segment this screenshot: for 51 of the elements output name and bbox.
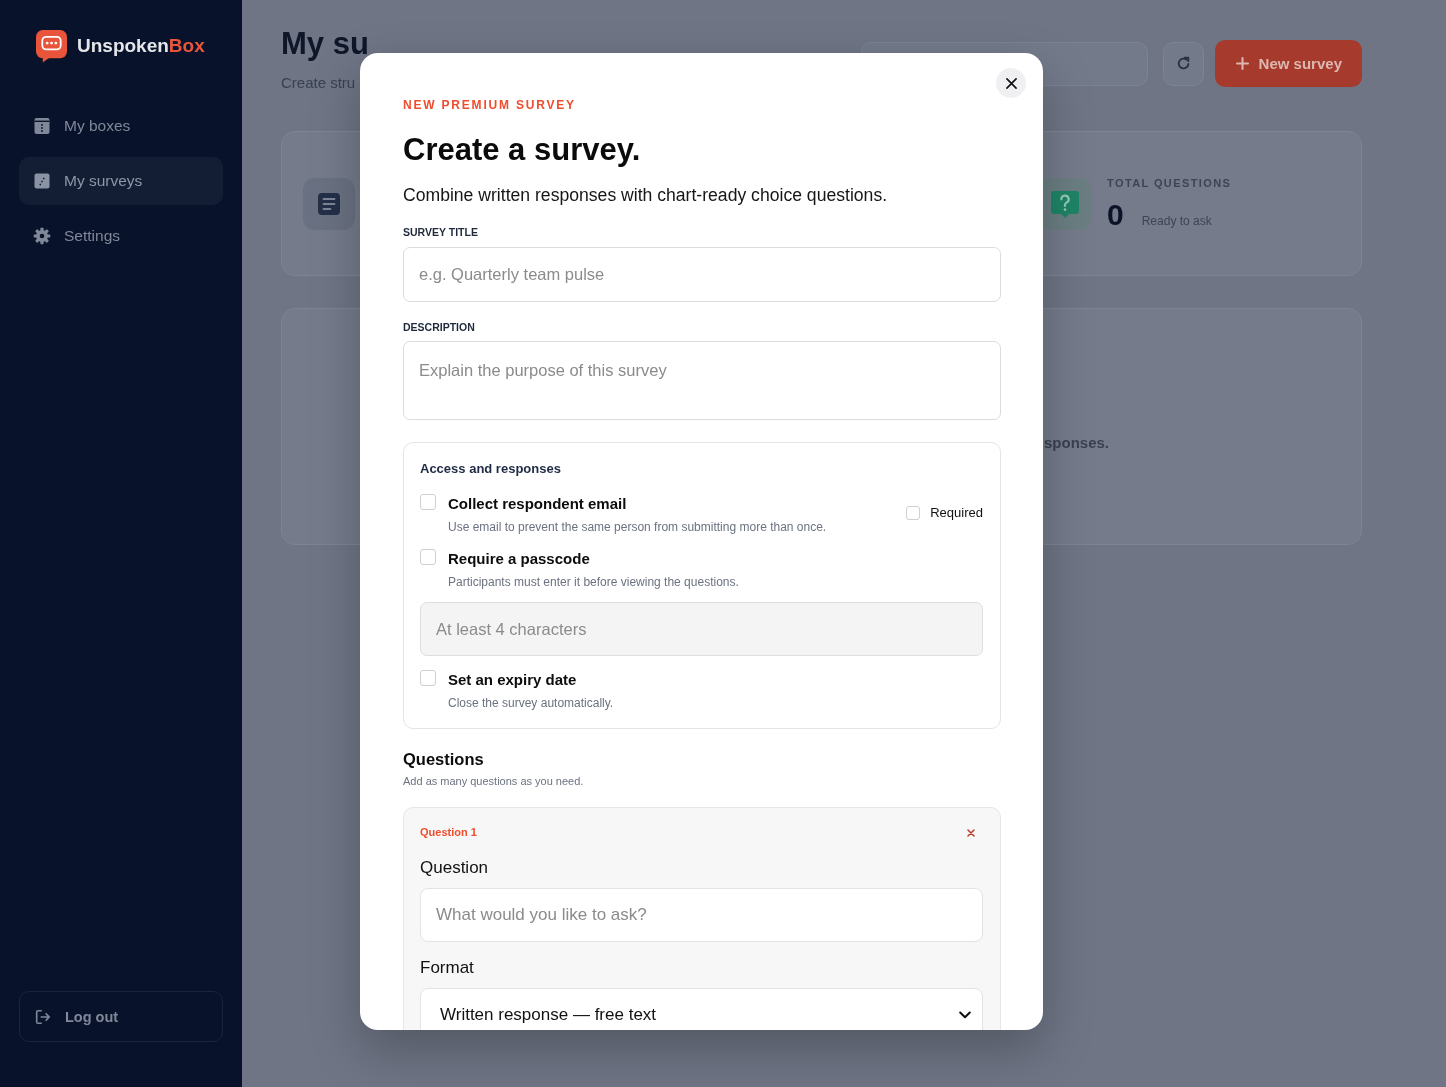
option-description: Close the survey automatically. <box>448 695 615 711</box>
modal-title: Create a survey. <box>403 131 642 169</box>
section-hint: Add as many questions as you need. <box>403 774 585 788</box>
chat-logo-icon <box>36 29 67 63</box>
option-description: Use email to prevent the same person from submitting more than once. <box>448 519 828 535</box>
text-input[interactable]: e.g. Quarterly team pulse <box>403 247 1001 302</box>
box-icon <box>33 117 51 135</box>
remove-question-button[interactable] <box>967 829 975 837</box>
question-input[interactable]: What would you like to ask? <box>420 888 983 942</box>
checkbox[interactable] <box>420 494 436 510</box>
section-title: Questions <box>403 749 485 770</box>
option-description: Participants must enter it before viewing the questions. <box>448 574 740 590</box>
checkbox[interactable] <box>906 506 921 520</box>
nav-item[interactable]: Settings <box>19 212 223 260</box>
nav-item[interactable]: My boxes <box>19 102 223 150</box>
checkbox[interactable] <box>420 549 436 565</box>
question-number: Question 1 <box>420 825 477 839</box>
stat-note: Ready to ask <box>1141 213 1212 228</box>
logout-icon <box>34 1007 52 1026</box>
checkbox[interactable] <box>420 670 436 686</box>
option-label: Set an expiry date <box>448 670 578 690</box>
refresh-icon <box>1175 56 1191 71</box>
page-title: My su <box>281 26 369 62</box>
modal-eyebrow: NEW PREMIUM SURVEY <box>403 97 577 113</box>
required-label: Required <box>930 505 983 521</box>
stat-value: 0 <box>1107 197 1124 232</box>
format-select[interactable]: Written response — free text <box>420 988 983 1030</box>
option-label: Collect respondent email <box>448 494 628 514</box>
field-label: SURVEY TITLE <box>403 225 479 239</box>
brand-name: UnspokenBox <box>77 35 205 57</box>
option-label: Require a passcode <box>448 549 591 569</box>
stat-label: TOTAL QUESTIONS <box>1107 175 1232 190</box>
nav-item[interactable]: My surveys <box>19 157 223 205</box>
dice-icon <box>33 172 51 190</box>
refresh-button[interactable] <box>1162 41 1204 86</box>
new-survey-button[interactable]: New survey <box>1214 40 1362 87</box>
text-area[interactable]: Explain the purpose of this survey <box>403 341 1001 420</box>
empty-state-text: sponses. <box>1044 433 1110 453</box>
field-label: Question <box>420 857 490 879</box>
modal-description: Combine written responses with chart-ready choice questions. <box>403 184 889 207</box>
close-button[interactable] <box>996 68 1026 98</box>
list-icon <box>303 177 355 230</box>
settings-icon <box>33 227 51 245</box>
close-icon <box>967 829 975 837</box>
chevron-down-icon <box>959 1011 971 1019</box>
field-label: Format <box>420 957 475 979</box>
logout-button[interactable]: Log out <box>19 991 223 1042</box>
section-title: Access and responses <box>420 460 562 478</box>
close-icon <box>1005 77 1017 89</box>
plus-icon <box>1235 57 1249 70</box>
field-label: DESCRIPTION <box>403 320 476 334</box>
